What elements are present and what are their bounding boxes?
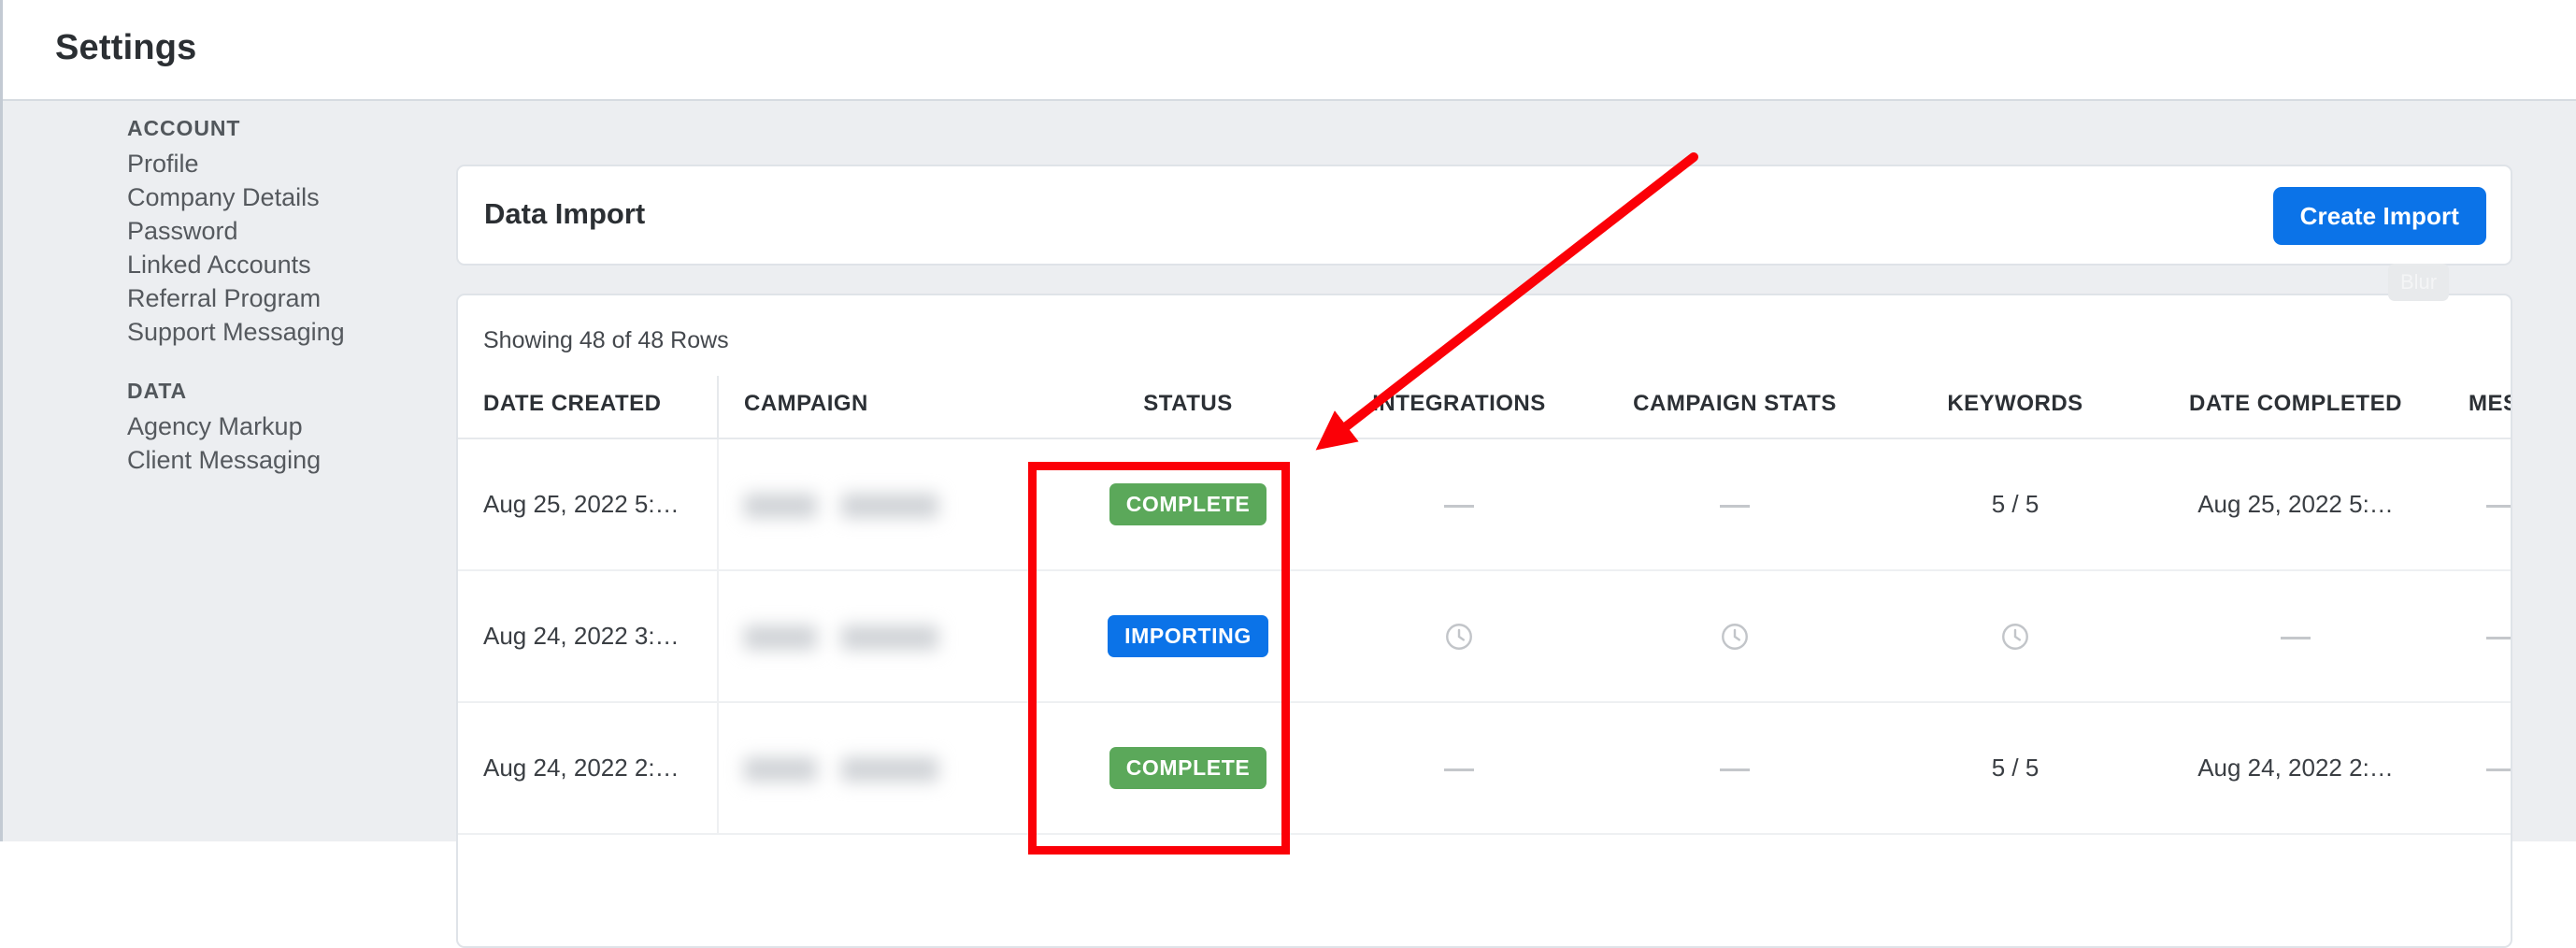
redacted-block — [744, 625, 817, 650]
column-header-campaign-stats[interactable]: CAMPAIGN STATS — [1595, 376, 1875, 438]
table-body: Aug 25, 2022 5:… COMPLETE — [458, 438, 2512, 834]
table-row[interactable]: Aug 25, 2022 5:… COMPLETE — [458, 438, 2512, 570]
cell-date-created: Aug 25, 2022 5:… — [458, 438, 718, 570]
sidebar-item-linked-accounts[interactable]: Linked Accounts — [127, 251, 311, 280]
status-badge[interactable]: IMPORTING — [1108, 615, 1268, 657]
cell-date-completed: Aug 25, 2022 5:… — [2155, 438, 2436, 570]
cell-status: IMPORTING — [1052, 570, 1324, 702]
empty-dash — [2486, 768, 2512, 771]
table-header: DATE CREATED CAMPAIGN STATUS INTEGRATION… — [458, 376, 2512, 438]
blur-chip[interactable]: Blur — [2388, 264, 2449, 301]
settings-window: Settings ACCOUNT Profile Company Details… — [0, 0, 2576, 841]
empty-dash — [2486, 637, 2512, 639]
cell-campaign-stats — [1595, 570, 1875, 702]
column-header-status[interactable]: STATUS — [1052, 376, 1324, 438]
cell-status: COMPLETE — [1052, 438, 1324, 570]
cell-keywords: 5 / 5 — [1875, 438, 2155, 570]
data-import-title: Data Import — [484, 197, 645, 231]
sidebar-section-data: DATA — [127, 379, 187, 404]
redacted-block — [744, 494, 817, 518]
cell-integrations — [1324, 702, 1595, 834]
page-title: Settings — [55, 28, 197, 68]
cell-messages — [2436, 438, 2512, 570]
data-import-table: DATE CREATED CAMPAIGN STATUS INTEGRATION… — [458, 376, 2512, 835]
showing-rows-label: Showing 48 of 48 Rows — [483, 327, 729, 354]
cell-campaign — [718, 702, 1052, 834]
empty-dash — [1720, 768, 1750, 771]
data-import-card: Data Import Create Import — [456, 165, 2512, 266]
cell-integrations — [1324, 438, 1595, 570]
sidebar-item-agency-markup[interactable]: Agency Markup — [127, 412, 303, 441]
sidebar-item-referral-program[interactable]: Referral Program — [127, 284, 321, 313]
sidebar-section-account: ACCOUNT — [127, 116, 240, 141]
right-gutter — [2512, 103, 2576, 841]
top-bar: Settings — [3, 0, 2576, 101]
column-header-date-created[interactable]: DATE CREATED — [458, 376, 718, 438]
cell-status: COMPLETE — [1052, 702, 1324, 834]
redacted-block — [841, 757, 938, 782]
cell-messages — [2436, 570, 2512, 702]
redacted-block — [841, 625, 938, 650]
clock-icon — [1999, 621, 2031, 653]
cell-campaign-stats — [1595, 702, 1875, 834]
column-header-keywords[interactable]: KEYWORDS — [1875, 376, 2155, 438]
settings-sidebar: ACCOUNT Profile Company Details Password… — [3, 103, 451, 841]
cell-date-completed — [2155, 570, 2436, 702]
column-header-integrations[interactable]: INTEGRATIONS — [1324, 376, 1595, 438]
sidebar-item-company-details[interactable]: Company Details — [127, 183, 320, 212]
table-header-row: DATE CREATED CAMPAIGN STATUS INTEGRATION… — [458, 376, 2512, 438]
table-row[interactable]: Aug 24, 2022 2:… COMPLETE — [458, 702, 2512, 834]
empty-dash — [1444, 505, 1474, 508]
empty-dash — [2486, 505, 2512, 508]
sidebar-item-password[interactable]: Password — [127, 217, 238, 246]
cell-date-completed: Aug 24, 2022 2:… — [2155, 702, 2436, 834]
empty-dash — [2281, 637, 2311, 639]
redacted-block — [841, 494, 938, 518]
cell-keywords — [1875, 570, 2155, 702]
empty-dash — [1720, 505, 1750, 508]
data-import-table-card: Showing 48 of 48 Rows DATE CREATED CAMPA… — [456, 294, 2512, 948]
sidebar-item-support-messaging[interactable]: Support Messaging — [127, 318, 345, 347]
sidebar-item-client-messaging[interactable]: Client Messaging — [127, 446, 321, 475]
column-header-date-completed[interactable]: DATE COMPLETED — [2155, 376, 2436, 438]
main-content: Data Import Create Import Showing 48 of … — [451, 103, 2576, 841]
column-header-campaign[interactable]: CAMPAIGN — [718, 376, 1052, 438]
clock-icon — [1719, 621, 1751, 653]
status-badge[interactable]: COMPLETE — [1109, 747, 1267, 789]
cell-campaign — [718, 570, 1052, 702]
cell-date-created: Aug 24, 2022 3:… — [458, 570, 718, 702]
column-header-messages[interactable]: MESS — [2436, 376, 2512, 438]
cell-campaign — [718, 438, 1052, 570]
cell-keywords: 5 / 5 — [1875, 702, 2155, 834]
status-badge[interactable]: COMPLETE — [1109, 483, 1267, 525]
redacted-block — [744, 757, 817, 782]
create-import-button[interactable]: Create Import — [2273, 187, 2486, 245]
cell-integrations — [1324, 570, 1595, 702]
sidebar-item-profile[interactable]: Profile — [127, 150, 199, 179]
cell-date-created: Aug 24, 2022 2:… — [458, 702, 718, 834]
body-area: ACCOUNT Profile Company Details Password… — [3, 103, 2576, 841]
clock-icon — [1443, 621, 1475, 653]
cell-campaign-stats — [1595, 438, 1875, 570]
empty-dash — [1444, 768, 1474, 771]
cell-messages — [2436, 702, 2512, 834]
table-row[interactable]: Aug 24, 2022 3:… IMPORTING — [458, 570, 2512, 702]
